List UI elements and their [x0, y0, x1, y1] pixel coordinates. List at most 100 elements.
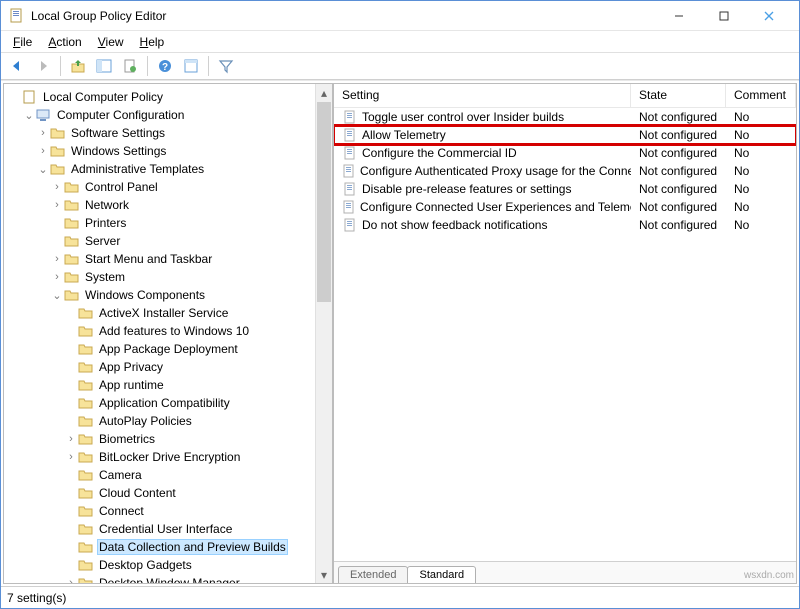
- setting-row[interactable]: Toggle user control over Insider buildsN…: [334, 108, 796, 126]
- up-button[interactable]: [66, 54, 90, 78]
- setting-name: Toggle user control over Insider builds: [362, 110, 564, 124]
- forward-button[interactable]: [31, 54, 55, 78]
- folder-icon: [78, 360, 94, 374]
- tree-item[interactable]: App Privacy: [6, 358, 313, 376]
- expand-icon[interactable]: ›: [64, 433, 78, 445]
- tree-printers[interactable]: Printers: [6, 214, 313, 232]
- tree-computer-configuration[interactable]: ⌄Computer Configuration: [6, 106, 313, 124]
- folder-icon: [78, 522, 94, 536]
- close-button[interactable]: [746, 2, 791, 30]
- scroll-up-icon[interactable]: ▴: [316, 84, 332, 101]
- expand-icon[interactable]: ›: [36, 145, 50, 157]
- expand-icon[interactable]: ›: [36, 127, 50, 139]
- setting-comment: No: [726, 128, 796, 142]
- folder-icon: [78, 540, 94, 554]
- tree-network[interactable]: ›Network: [6, 196, 313, 214]
- settings-list: Toggle user control over Insider builds N…: [334, 108, 796, 561]
- collapse-icon[interactable]: ⌄: [50, 289, 64, 302]
- tree-windows-components[interactable]: ⌄Windows Components: [6, 286, 313, 304]
- window-title: Local Group Policy Editor: [31, 9, 656, 23]
- scrollbar-thumb[interactable]: [317, 102, 331, 302]
- setting-name: Configure the Commercial ID: [362, 146, 517, 160]
- watermark: wsxdn.com: [744, 570, 794, 581]
- tree-scrollbar[interactable]: ▴ ▾: [315, 84, 332, 583]
- filter-button[interactable]: [214, 54, 238, 78]
- tree-item[interactable]: Desktop Gadgets: [6, 556, 313, 574]
- setting-name-cell: Configure Authenticated Proxy usage for …: [334, 163, 631, 179]
- folder-icon: [78, 468, 94, 482]
- main-area: Local Computer Policy ⌄Computer Configur…: [1, 80, 799, 586]
- tree-start-menu-taskbar[interactable]: ›Start Menu and Taskbar: [6, 250, 313, 268]
- tree-windows-settings[interactable]: ›Windows Settings: [6, 142, 313, 160]
- tab-standard[interactable]: Standard: [407, 566, 476, 584]
- scroll-down-icon[interactable]: ▾: [316, 566, 332, 583]
- tree-item[interactable]: App runtime: [6, 376, 313, 394]
- setting-comment: No: [726, 146, 796, 160]
- tree-system[interactable]: ›System: [6, 268, 313, 286]
- tree-item[interactable]: Connect: [6, 502, 313, 520]
- collapse-icon[interactable]: ⌄: [22, 109, 36, 122]
- tree[interactable]: Local Computer Policy ⌄Computer Configur…: [4, 84, 315, 583]
- setting-comment: No: [726, 218, 796, 232]
- expand-icon[interactable]: ›: [50, 199, 64, 211]
- policy-icon: [342, 181, 358, 197]
- column-state[interactable]: State: [631, 84, 726, 107]
- tree-item[interactable]: ›BitLocker Drive Encryption: [6, 448, 313, 466]
- app-icon: [9, 8, 25, 24]
- menu-action[interactable]: Action: [42, 33, 87, 51]
- tree-administrative-templates[interactable]: ⌄Administrative Templates: [6, 160, 313, 178]
- tree-item[interactable]: Camera: [6, 466, 313, 484]
- column-setting[interactable]: Setting: [334, 84, 631, 107]
- folder-icon: [64, 234, 80, 248]
- options-button[interactable]: [179, 54, 203, 78]
- tree-data-collection-preview-builds[interactable]: Data Collection and Preview Builds: [6, 538, 313, 556]
- folder-icon: [50, 162, 66, 176]
- setting-row[interactable]: Disable pre-release features or settings…: [334, 180, 796, 198]
- titlebar: Local Group Policy Editor: [1, 1, 799, 31]
- back-button[interactable]: [5, 54, 29, 78]
- tree-item[interactable]: Credential User Interface: [6, 520, 313, 538]
- folder-icon: [78, 486, 94, 500]
- tree-control-panel[interactable]: ›Control Panel: [6, 178, 313, 196]
- expand-icon[interactable]: ›: [50, 253, 64, 265]
- properties-button[interactable]: [118, 54, 142, 78]
- tree-item[interactable]: ›Desktop Window Manager: [6, 574, 313, 583]
- tree-software-settings[interactable]: ›Software Settings: [6, 124, 313, 142]
- expand-icon[interactable]: ›: [50, 271, 64, 283]
- expand-icon[interactable]: ›: [64, 577, 78, 583]
- expand-icon[interactable]: ›: [50, 181, 64, 193]
- folder-icon: [64, 288, 80, 302]
- collapse-icon[interactable]: ⌄: [36, 163, 50, 176]
- tree-server[interactable]: Server: [6, 232, 313, 250]
- setting-row[interactable]: Configure Connected User Experiences and…: [334, 198, 796, 216]
- setting-state: Not configured: [631, 164, 726, 178]
- setting-state: Not configured: [631, 128, 726, 142]
- tree-root[interactable]: Local Computer Policy: [6, 88, 313, 106]
- tree-item[interactable]: Cloud Content: [6, 484, 313, 502]
- show-hide-tree-button[interactable]: [92, 54, 116, 78]
- folder-icon: [78, 324, 94, 338]
- setting-row[interactable]: Allow TelemetryNot configuredNo: [334, 126, 796, 144]
- menu-file[interactable]: File: [7, 33, 38, 51]
- setting-name-cell: Disable pre-release features or settings: [334, 181, 631, 197]
- tree-item[interactable]: AutoPlay Policies: [6, 412, 313, 430]
- tab-extended[interactable]: Extended: [338, 566, 408, 584]
- setting-row[interactable]: Configure Authenticated Proxy usage for …: [334, 162, 796, 180]
- setting-row[interactable]: Configure the Commercial IDNot configure…: [334, 144, 796, 162]
- tree-item[interactable]: ActiveX Installer Service: [6, 304, 313, 322]
- menu-view[interactable]: View: [92, 33, 130, 51]
- expand-icon[interactable]: ›: [64, 451, 78, 463]
- maximize-button[interactable]: [701, 2, 746, 30]
- menu-help[interactable]: Help: [134, 33, 171, 51]
- tree-item[interactable]: Application Compatibility: [6, 394, 313, 412]
- tree-item[interactable]: Add features to Windows 10: [6, 322, 313, 340]
- tree-item[interactable]: ›Biometrics: [6, 430, 313, 448]
- folder-icon: [78, 432, 94, 446]
- view-tabs: Extended Standard: [334, 561, 796, 583]
- tree-item[interactable]: App Package Deployment: [6, 340, 313, 358]
- policy-icon: [342, 217, 358, 233]
- help-button[interactable]: ?: [153, 54, 177, 78]
- setting-row[interactable]: Do not show feedback notificationsNot co…: [334, 216, 796, 234]
- minimize-button[interactable]: [656, 2, 701, 30]
- column-comment[interactable]: Comment: [726, 84, 796, 107]
